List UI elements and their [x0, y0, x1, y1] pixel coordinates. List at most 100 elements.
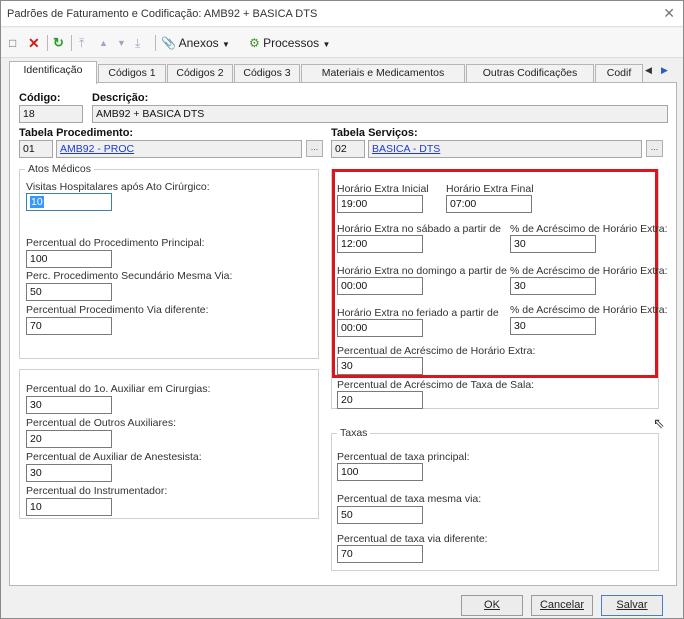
- dialog-window: Padrões de Faturamento e Codificação: AM…: [0, 0, 684, 619]
- cancelar-button-label: Cancelar: [539, 599, 585, 611]
- window-title: Padrões de Faturamento e Codificação: AM…: [7, 8, 318, 20]
- refresh-icon[interactable]: ↻: [53, 34, 64, 52]
- paperclip-icon: 📎: [161, 36, 176, 50]
- tab-identificacao[interactable]: Identificação: [9, 61, 97, 84]
- perc-principal-label: Percentual do Procedimento Principal:: [26, 237, 205, 249]
- tabela-servicos-name-field[interactable]: BASICA - DTS: [368, 140, 642, 158]
- visitas-value: 10: [30, 196, 44, 208]
- outros-auxiliares-label: Percentual de Outros Auxiliares:: [26, 417, 176, 429]
- tabela-procedimento-link[interactable]: AMB92 - PROC: [60, 143, 134, 155]
- title-bar: Padrões de Faturamento e Codificação: AM…: [1, 1, 683, 27]
- aux-anestesista-label: Percentual de Auxiliar de Anestesista:: [26, 451, 202, 463]
- ok-button-label: OK: [484, 599, 500, 611]
- tabela-servicos-label: Tabela Serviços:: [331, 127, 418, 139]
- descricao-field[interactable]: AMB92 + BASICA DTS: [92, 105, 668, 123]
- domingo-acrescimo-input[interactable]: 30: [510, 277, 596, 295]
- tab-scroll-right-icon[interactable]: ▶: [661, 65, 668, 76]
- aux-anestesista-input[interactable]: 30: [26, 464, 112, 482]
- salvar-button-label: Salvar: [616, 599, 648, 611]
- chevron-down-icon: ▼: [322, 40, 331, 49]
- perc-acrescimo-horario-label: Percentual de Acréscimo de Horário Extra…: [337, 345, 536, 357]
- tab-codigos-3[interactable]: Códigos 3: [234, 64, 300, 83]
- perc-acrescimo-horario-input[interactable]: 30: [337, 357, 423, 375]
- perc-secundario-input[interactable]: 50: [26, 283, 112, 301]
- codigo-label: Código:: [19, 92, 61, 104]
- tab-codigos-2[interactable]: Códigos 2: [167, 64, 233, 83]
- mouse-cursor-icon: ⇖: [653, 415, 665, 431]
- perc-via-diferente-input[interactable]: 70: [26, 317, 112, 335]
- tab-outras-codificacoes[interactable]: Outras Codificações: [466, 64, 594, 83]
- perc-secundario-label: Perc. Procedimento Secundário Mesma Via:: [26, 270, 233, 282]
- feriado-acrescimo-label: % de Acréscimo de Horário Extra:: [510, 304, 668, 316]
- visitas-input[interactable]: 10: [26, 193, 112, 211]
- taxa-sala-label: Percentual de Acréscimo de Taxa de Sala:: [337, 379, 535, 391]
- outros-auxiliares-input[interactable]: 20: [26, 430, 112, 448]
- tab-materiais-medicamentos[interactable]: Materiais e Medicamentos: [301, 64, 465, 83]
- horario-inicial-label: Horário Extra Inicial: [337, 183, 429, 195]
- tab-strip: Identificação Códigos 1 Códigos 2 Código…: [9, 61, 677, 84]
- taxa-principal-label: Percentual de taxa principal:: [337, 451, 470, 463]
- sabado-input[interactable]: 12:00: [337, 235, 423, 253]
- descricao-label: Descrição:: [92, 92, 149, 104]
- horario-final-input[interactable]: 07:00: [446, 195, 532, 213]
- delete-icon[interactable]: ✕: [28, 34, 40, 52]
- instrumentador-label: Percentual do Instrumentador:: [26, 485, 168, 497]
- processos-label: Processos: [263, 36, 320, 50]
- taxa-via-diferente-input[interactable]: 70: [337, 545, 423, 563]
- feriado-label: Horário Extra no feriado a partir de: [337, 307, 499, 319]
- taxa-via-diferente-label: Percentual de taxa via diferente:: [337, 533, 488, 545]
- atos-medicos-title: Atos Médicos: [25, 163, 95, 175]
- aux1-input[interactable]: 30: [26, 396, 112, 414]
- horario-inicial-input[interactable]: 19:00: [337, 195, 423, 213]
- tab-codigos-1[interactable]: Códigos 1: [98, 64, 166, 83]
- salvar-button[interactable]: Salvar: [601, 595, 663, 616]
- taxa-mesma-via-input[interactable]: 50: [337, 506, 423, 524]
- move-first-icon[interactable]: ⤒: [79, 34, 84, 52]
- tab-scroll-left-icon[interactable]: ◀: [645, 65, 652, 76]
- sabado-label: Horário Extra no sábado a partir de: [337, 223, 502, 235]
- close-icon[interactable]: ✕: [663, 5, 675, 22]
- instrumentador-input[interactable]: 10: [26, 498, 112, 516]
- perc-principal-input[interactable]: 100: [26, 250, 112, 268]
- processos-menu-button[interactable]: ⚙ Processos ▼: [249, 34, 345, 52]
- tabela-servicos-link[interactable]: BASICA - DTS: [372, 143, 440, 155]
- sabado-acrescimo-label: % de Acréscimo de Horário Extra:: [510, 223, 668, 235]
- chevron-down-icon: ▼: [222, 40, 230, 49]
- tabela-servicos-lookup-button[interactable]: ...: [646, 140, 663, 157]
- toolbar: □ ✕ ↻ ⤒ ▲ ▼ ⤓ 📎 Anexos ▼ ⚙ Processos ▼: [1, 28, 683, 58]
- taxas-title: Taxas: [337, 427, 371, 439]
- tab-codif[interactable]: Codif: [595, 64, 643, 83]
- gears-icon: ⚙: [249, 36, 260, 50]
- domingo-label: Horário Extra no domingo a partir de: [337, 265, 507, 277]
- taxa-sala-input[interactable]: 20: [337, 391, 423, 409]
- cancelar-button[interactable]: Cancelar: [531, 595, 593, 616]
- toolbar-separator: [47, 35, 48, 51]
- feriado-input[interactable]: 00:00: [337, 319, 423, 337]
- new-document-icon[interactable]: □: [9, 34, 16, 52]
- tabela-procedimento-name-field[interactable]: AMB92 - PROC: [56, 140, 302, 158]
- move-up-icon[interactable]: ▲: [99, 34, 108, 52]
- feriado-acrescimo-input[interactable]: 30: [510, 317, 596, 335]
- visitas-label: Visitas Hospitalares após Ato Cirúrgico:: [26, 181, 210, 193]
- move-down-icon[interactable]: ▼: [117, 34, 126, 52]
- anexos-menu-button[interactable]: 📎 Anexos ▼: [161, 34, 241, 52]
- tabela-servicos-code-field[interactable]: 02: [331, 140, 365, 158]
- taxa-principal-input[interactable]: 100: [337, 463, 423, 481]
- horario-final-label: Horário Extra Final: [446, 183, 534, 195]
- tabela-procedimento-code-field[interactable]: 01: [19, 140, 53, 158]
- aux1-label: Percentual do 1o. Auxiliar em Cirurgias:: [26, 383, 211, 395]
- toolbar-separator: [71, 35, 72, 51]
- domingo-acrescimo-label: % de Acréscimo de Horário Extra:: [510, 265, 668, 277]
- tabela-procedimento-label: Tabela Procedimento:: [19, 127, 134, 139]
- sabado-acrescimo-input[interactable]: 30: [510, 235, 596, 253]
- anexos-label: Anexos: [178, 36, 219, 50]
- taxa-mesma-via-label: Percentual de taxa mesma via:: [337, 493, 482, 505]
- domingo-input[interactable]: 00:00: [337, 277, 423, 295]
- tabela-procedimento-lookup-button[interactable]: ...: [306, 140, 323, 157]
- ok-button[interactable]: OK: [461, 595, 523, 616]
- perc-via-diferente-label: Percentual Procedimento Via diferente:: [26, 304, 209, 316]
- toolbar-separator: [155, 35, 156, 51]
- codigo-field[interactable]: 18: [19, 105, 83, 123]
- identificacao-panel: Código: 18 Descrição: AMB92 + BASICA DTS…: [9, 82, 677, 586]
- move-last-icon[interactable]: ⤓: [135, 34, 140, 52]
